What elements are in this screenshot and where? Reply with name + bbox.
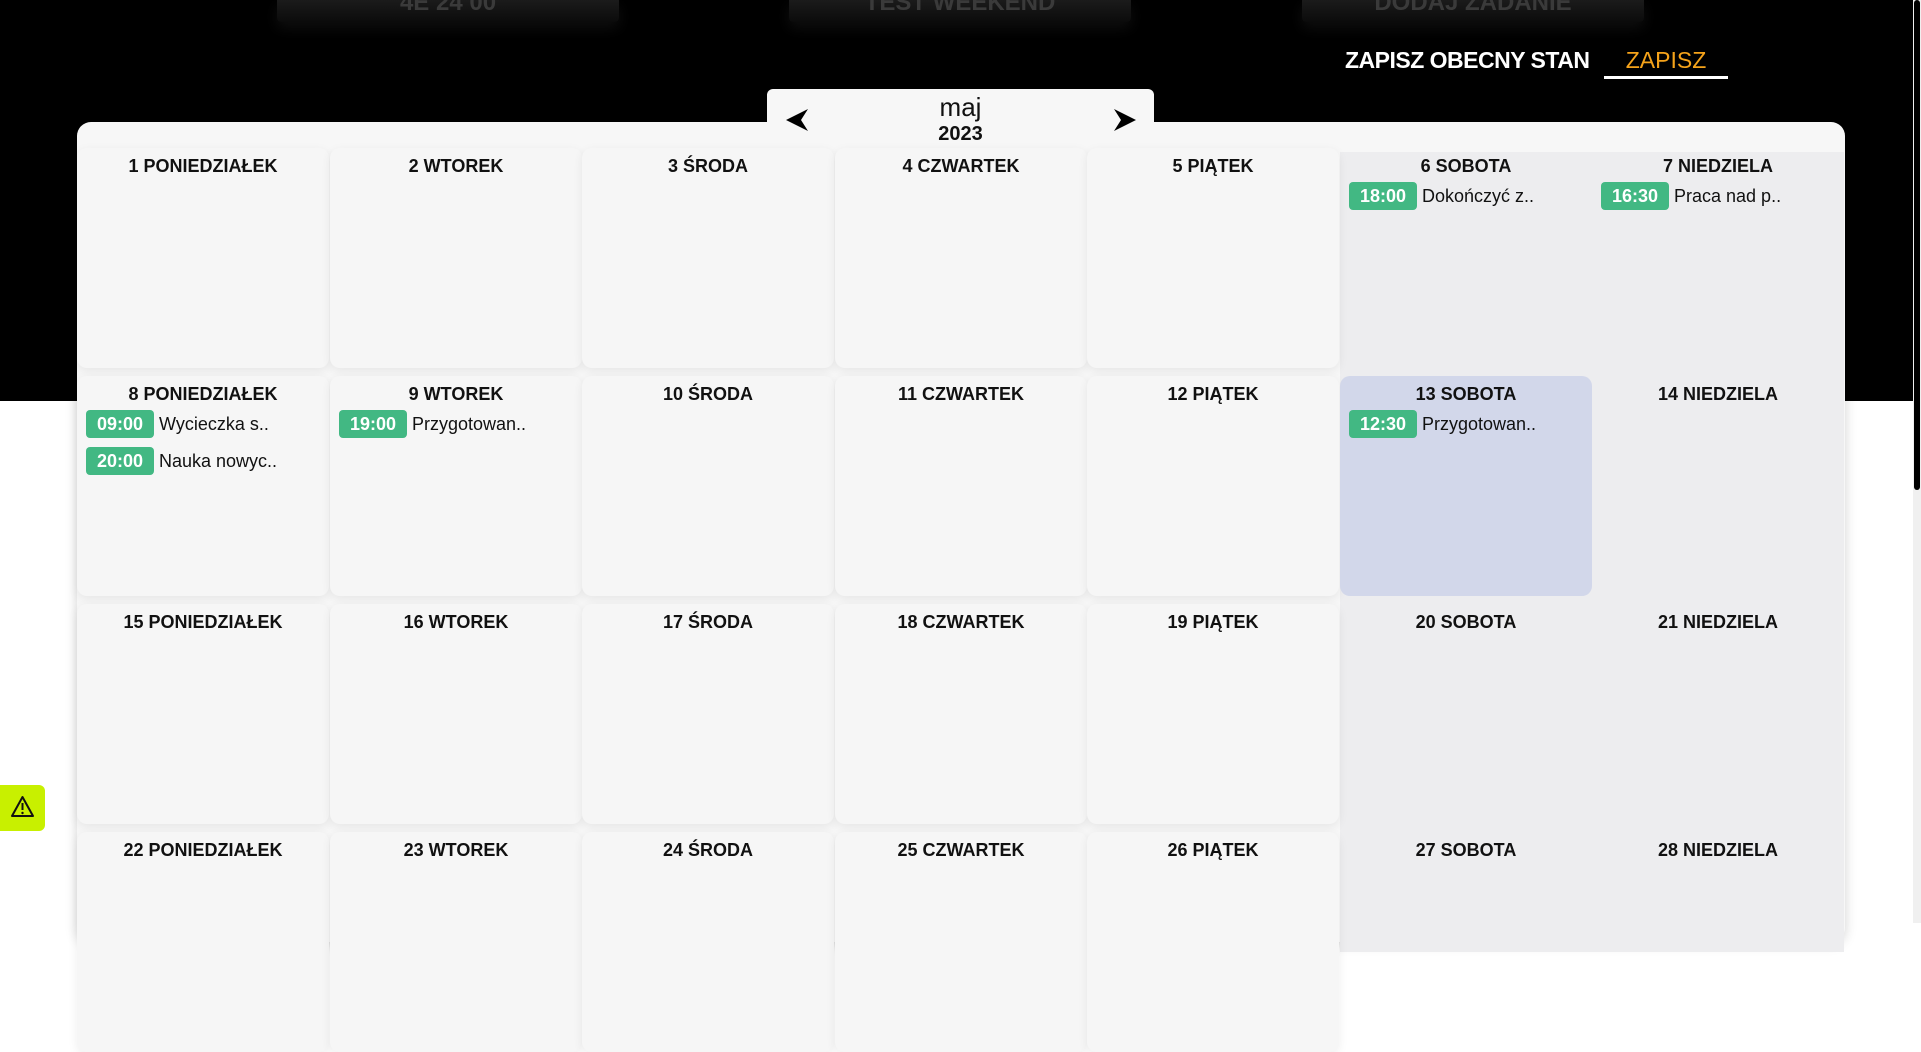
day-title: 26 PIĄTEK	[1167, 840, 1259, 860]
warning-icon	[11, 796, 34, 817]
day-title: 28 NIEDZIELA	[1657, 840, 1779, 860]
event-time-badge: 12:30	[1349, 410, 1417, 438]
month-name: maj	[939, 92, 982, 122]
event-item[interactable]: 09:00 Wycieczka s..	[86, 410, 326, 440]
day-title: 10 ŚRODA	[662, 384, 754, 404]
day-cell[interactable]: 6 SOBOTA 18:00 Dokończyć z..	[1340, 148, 1592, 368]
save-state-label: ZAPISZ OBECNY STAN	[1345, 47, 1590, 73]
day-title: 6 SOBOTA	[1420, 156, 1512, 176]
top-tab-1[interactable]: 4E 24 00	[277, 0, 619, 22]
day-title: 17 ŚRODA	[662, 612, 754, 632]
day-cell[interactable]: 25 CZWARTEK	[835, 832, 1087, 1052]
day-title: 4 CZWARTEK	[902, 156, 1020, 176]
day-cell[interactable]: 23 WTOREK	[330, 832, 582, 1052]
day-cell[interactable]: 15 PONIEDZIAŁEK	[77, 604, 329, 824]
year-label: 2023	[938, 123, 983, 145]
day-title: 8 PONIEDZIAŁEK	[128, 384, 278, 404]
day-cell[interactable]: 26 PIĄTEK	[1087, 832, 1339, 1052]
day-cell[interactable]: 21 NIEDZIELA	[1592, 604, 1844, 824]
day-cell[interactable]: 11 CZWARTEK	[835, 376, 1087, 596]
day-title: 9 WTOREK	[408, 384, 504, 404]
day-cell[interactable]: 8 PONIEDZIAŁEK 09:00 Wycieczka s.. 20:00 Nau…	[77, 376, 329, 596]
day-title: 15 PONIEDZIAŁEK	[123, 612, 283, 632]
day-cell[interactable]: 14 NIEDZIELA	[1592, 376, 1844, 596]
day-cell[interactable]: 10 ŚRODA	[582, 376, 834, 596]
day-cell[interactable]: 1 PONIEDZIAŁEK	[77, 148, 329, 368]
day-cell[interactable]: 2 WTOREK	[330, 148, 582, 368]
day-cell[interactable]: 19 PIĄTEK	[1087, 604, 1339, 824]
top-tab-2[interactable]: TEST WEEKEND	[789, 0, 1131, 22]
event-time-badge: 19:00	[339, 410, 407, 438]
day-cell[interactable]: 17 ŚRODA	[582, 604, 834, 824]
day-cell[interactable]: 20 SOBOTA	[1340, 604, 1592, 824]
day-cell[interactable]: 5 PIĄTEK	[1087, 148, 1339, 368]
event-item[interactable]: 20:00 Nauka nowyc..	[86, 447, 326, 477]
event-item[interactable]: 12:30 Przygotowan..	[1349, 410, 1589, 440]
event-title: Dokończyć z..	[1422, 186, 1535, 206]
day-title: 20 SOBOTA	[1415, 612, 1517, 632]
event-title: Przygotowan..	[1422, 414, 1537, 434]
day-title: 21 NIEDZIELA	[1657, 612, 1779, 632]
event-time-badge: 20:00	[86, 447, 154, 475]
day-title: 1 PONIEDZIAŁEK	[128, 156, 278, 176]
event-title: Praca nad p..	[1674, 186, 1782, 206]
day-title: 27 SOBOTA	[1415, 840, 1517, 860]
event-time-badge: 09:00	[86, 410, 154, 438]
event-title: Nauka nowyc..	[159, 451, 278, 471]
day-cell[interactable]: 22 PONIEDZIAŁEK	[77, 832, 329, 1052]
month-header: maj 2023	[767, 89, 1154, 155]
top-tab-label: DODAJ ZADANIE	[1374, 0, 1572, 16]
day-title: 12 PIĄTEK	[1167, 384, 1259, 404]
day-cell[interactable]: 27 SOBOTA	[1340, 832, 1592, 1052]
warning-button[interactable]	[0, 785, 45, 831]
day-title: 2 WTOREK	[408, 156, 504, 176]
scrollbar[interactable]	[1913, 0, 1921, 923]
top-tab-label: 4E 24 00	[399, 0, 497, 16]
save-button[interactable]: ZAPISZ	[1604, 44, 1728, 79]
top-tab-label: TEST WEEKEND	[864, 0, 1056, 16]
day-cell[interactable]: 16 WTOREK	[330, 604, 582, 824]
event-title: Przygotowan..	[412, 414, 527, 434]
day-title: 13 SOBOTA	[1415, 384, 1517, 404]
day-title: 16 WTOREK	[403, 612, 509, 632]
day-cell[interactable]: 28 NIEDZIELA	[1592, 832, 1844, 1052]
day-cell[interactable]: 18 CZWARTEK	[835, 604, 1087, 824]
day-title: 25 CZWARTEK	[897, 840, 1025, 860]
arrow-right-icon	[1114, 109, 1136, 131]
day-title: 24 ŚRODA	[662, 840, 754, 860]
scrollbar-thumb[interactable]	[1914, 0, 1920, 490]
day-title: 5 PIĄTEK	[1172, 156, 1254, 176]
day-cell[interactable]: 13 SOBOTA 12:30 Przygotowan..	[1340, 376, 1592, 596]
event-time-badge: 16:30	[1601, 182, 1669, 210]
event-item[interactable]: 19:00 Przygotowan..	[339, 410, 579, 440]
event-title: Wycieczka s..	[159, 414, 269, 434]
day-title: 22 PONIEDZIAŁEK	[123, 840, 283, 860]
day-cell[interactable]: 4 CZWARTEK	[835, 148, 1087, 368]
day-cell[interactable]: 3 ŚRODA	[582, 148, 834, 368]
day-title: 3 ŚRODA	[667, 156, 748, 176]
day-cell[interactable]: 24 ŚRODA	[582, 832, 834, 1052]
day-cell[interactable]: 9 WTOREK 19:00 Przygotowan..	[330, 376, 582, 596]
day-title: 19 PIĄTEK	[1167, 612, 1259, 632]
day-title: 7 NIEDZIELA	[1662, 156, 1773, 176]
next-month-button[interactable]	[1112, 107, 1138, 133]
event-item[interactable]: 18:00 Dokończyć z..	[1349, 182, 1589, 212]
day-title: 23 WTOREK	[403, 840, 509, 860]
day-title: 11 CZWARTEK	[897, 384, 1025, 404]
top-tab-3[interactable]: DODAJ ZADANIE	[1302, 0, 1644, 22]
day-cell[interactable]: 12 PIĄTEK	[1087, 376, 1339, 596]
day-title: 14 NIEDZIELA	[1657, 384, 1779, 404]
day-cell[interactable]: 7 NIEDZIELA 16:30 Praca nad p..	[1592, 148, 1844, 368]
event-item[interactable]: 16:30 Praca nad p..	[1601, 182, 1841, 212]
day-title: 18 CZWARTEK	[897, 612, 1025, 632]
event-time-badge: 18:00	[1349, 182, 1417, 210]
